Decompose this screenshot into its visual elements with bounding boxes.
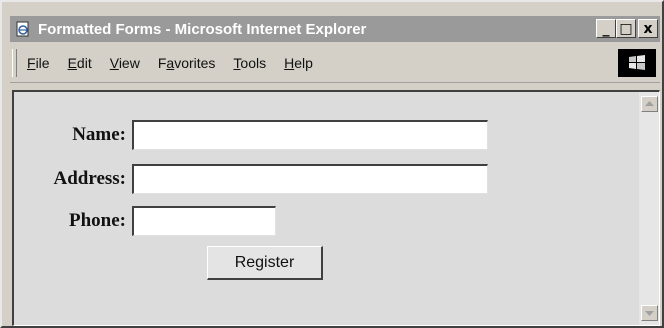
vertical-scrollbar[interactable] [639, 92, 659, 325]
address-row: Address: [14, 164, 488, 194]
menu-view-post: iew [118, 55, 140, 71]
name-row: Name: [14, 120, 488, 150]
minimize-button[interactable]: _ [596, 19, 616, 38]
address-label: Address: [53, 168, 127, 189]
window-title: Formatted Forms - Microsoft Internet Exp… [38, 20, 367, 38]
menu-grip-handle[interactable] [12, 49, 17, 77]
menu-view[interactable]: View [110, 55, 140, 71]
menu-help[interactable]: Help [284, 55, 313, 71]
menu-file-accel: F [27, 55, 36, 71]
window-controls: _ □ x [596, 19, 658, 38]
ie-page-icon [14, 20, 32, 38]
menu-help-post: elp [294, 55, 313, 71]
scroll-up-arrow-icon[interactable] [641, 96, 658, 112]
menu-file-post: ile [35, 55, 50, 71]
phone-field[interactable] [132, 206, 276, 236]
menu-edit-post: dit [76, 55, 92, 71]
maximize-button[interactable]: □ [616, 19, 636, 38]
name-field[interactable] [132, 120, 488, 150]
phone-row: Phone: [14, 206, 276, 236]
menu-help-accel: H [284, 55, 295, 71]
title-bar[interactable]: Formatted Forms - Microsoft Internet Exp… [10, 16, 660, 42]
register-button[interactable]: Register [207, 246, 323, 280]
scroll-down-arrow-icon[interactable] [641, 305, 658, 321]
address-field[interactable] [132, 164, 488, 194]
menu-tools-post: ools [240, 55, 267, 71]
windows-logo-icon [618, 49, 656, 77]
menu-edit-accel: E [67, 55, 77, 71]
page-content: Name: Address: Phone: Register [12, 90, 660, 326]
menu-favorites[interactable]: Favorites [158, 55, 216, 71]
name-label: Name: [72, 124, 126, 145]
menu-view-accel: V [109, 55, 119, 71]
browser-window: Formatted Forms - Microsoft Internet Exp… [0, 0, 664, 328]
phone-label: Phone: [69, 210, 126, 231]
menu-tools[interactable]: Tools [233, 55, 266, 71]
menu-edit[interactable]: Edit [68, 55, 92, 71]
menu-bar: File Edit View Favorites Tools Help [10, 44, 660, 83]
close-button[interactable]: x [638, 19, 658, 38]
menu-file[interactable]: File [27, 55, 50, 71]
menu-favorites-post: vorites [174, 55, 216, 71]
